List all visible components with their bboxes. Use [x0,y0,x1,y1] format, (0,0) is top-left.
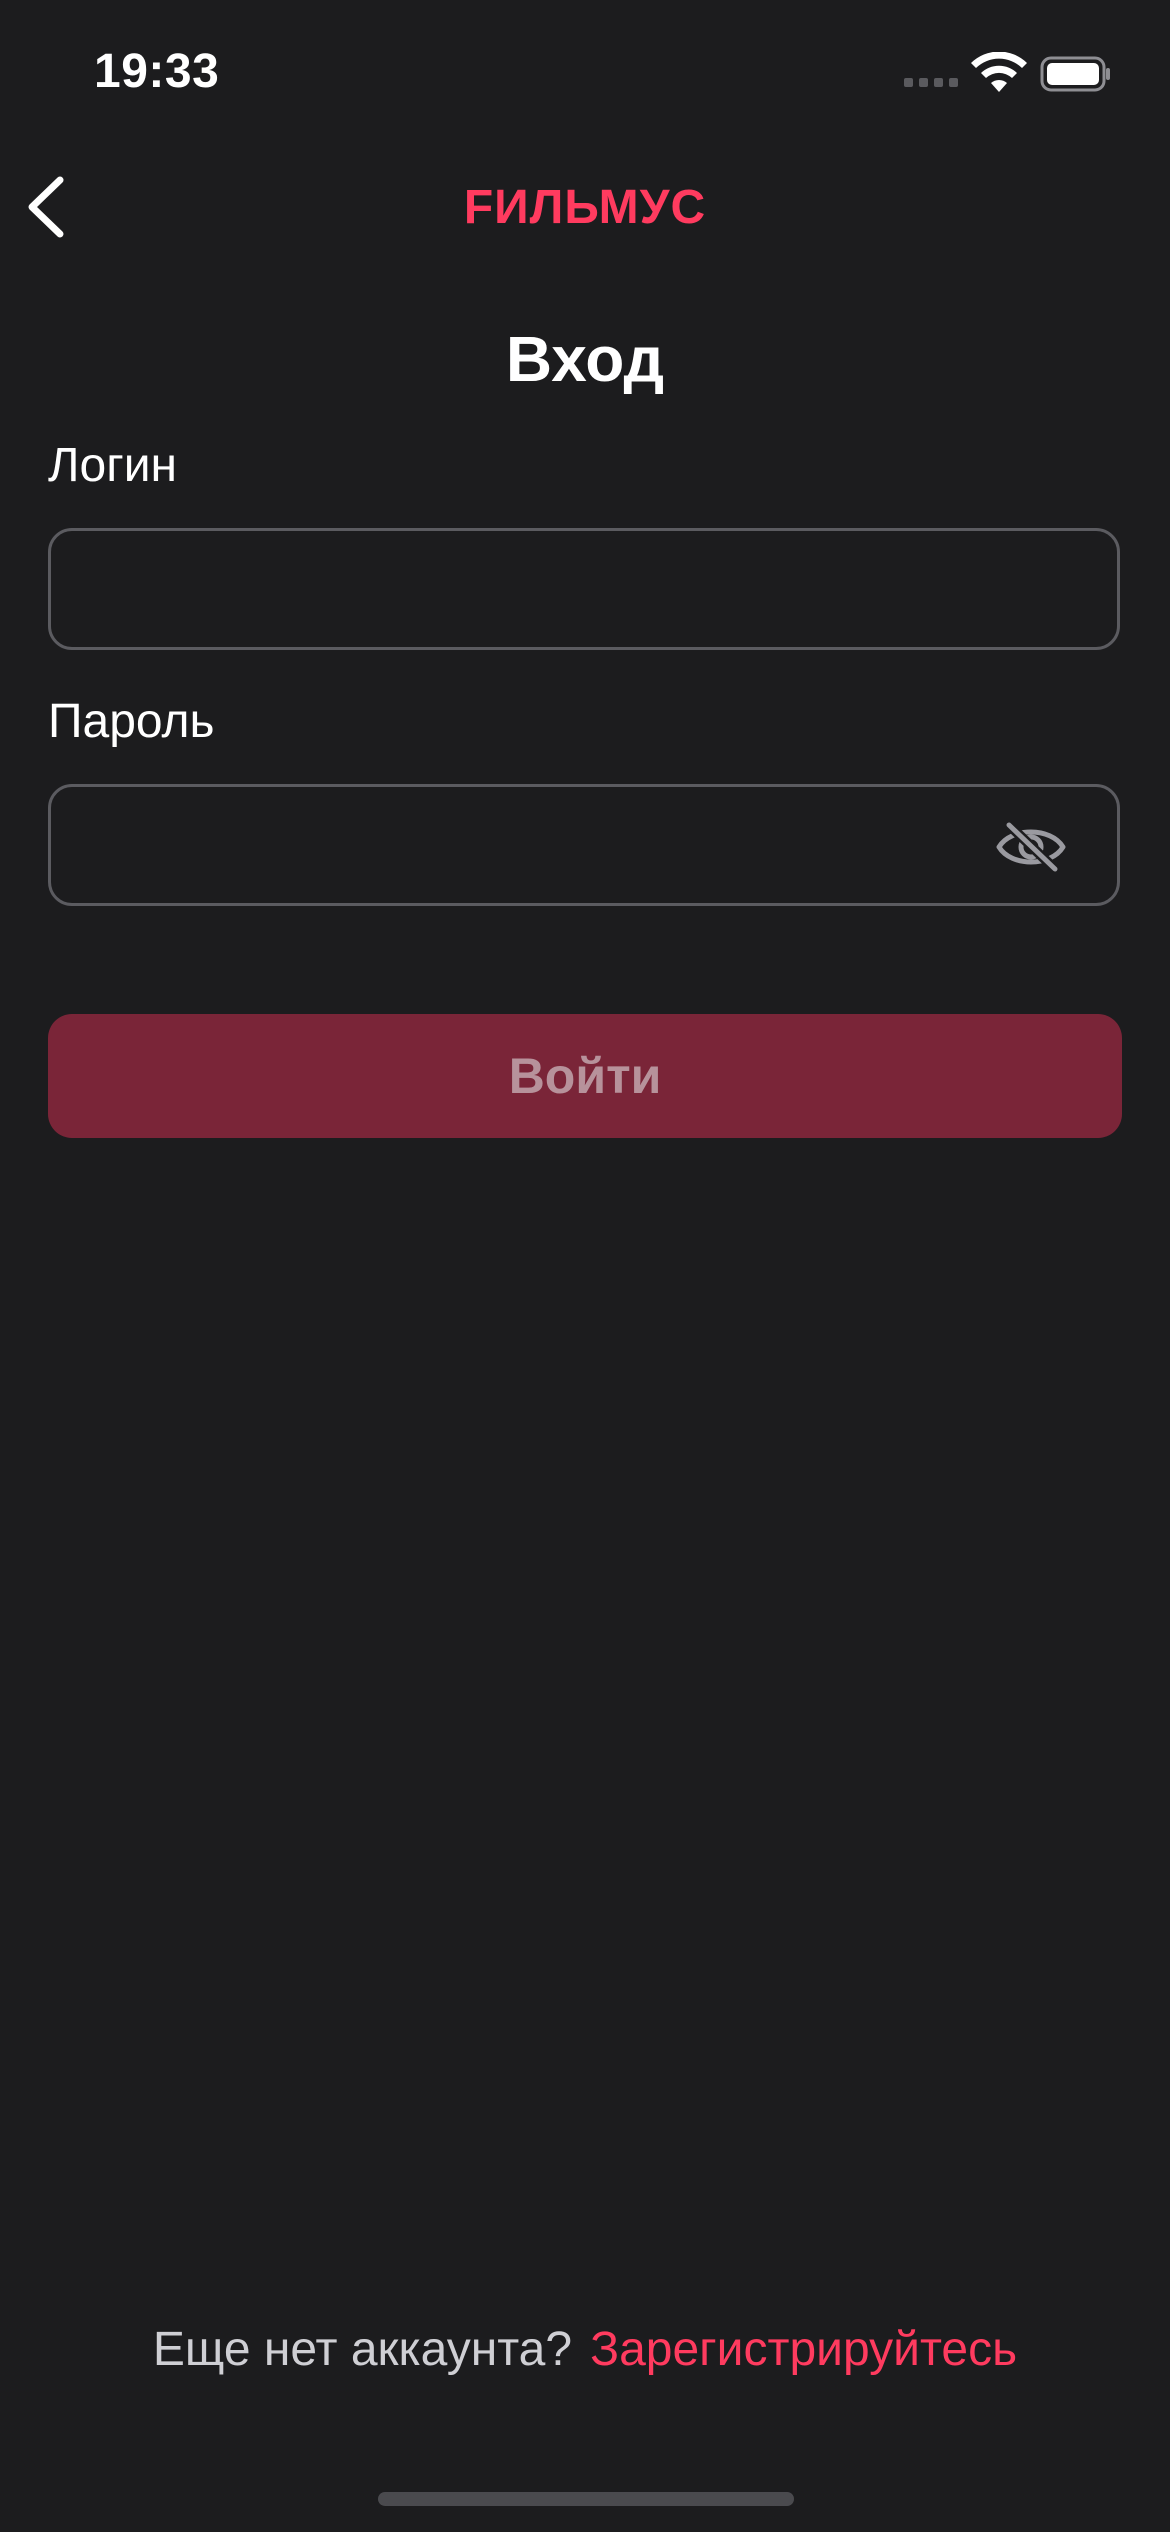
battery-icon [1040,56,1110,92]
app-title: FИЛЬМУС [463,181,707,234]
login-label: Логин [48,439,178,492]
register-prompt-text: Еще нет аккаунта? [152,2323,573,2376]
register-link[interactable]: Зарегистрируйтесь [590,2323,1017,2376]
login-input[interactable] [81,531,987,649]
password-field[interactable] [48,784,1120,906]
eye-slash-icon[interactable] [995,821,1067,873]
cellular-signal-icon [904,78,960,88]
home-indicator[interactable] [378,2492,794,2506]
login-button[interactable]: Войти [48,1014,1122,1138]
password-label: Пароль [48,695,215,748]
page-title: Вход [505,323,665,395]
status-time: 19:33 [94,45,220,98]
register-prompt: Еще нет аккаунта? Зарегистрируйтесь [0,2322,1170,2377]
password-input[interactable] [81,787,987,905]
login-field[interactable] [48,528,1120,650]
wifi-icon [971,52,1027,92]
